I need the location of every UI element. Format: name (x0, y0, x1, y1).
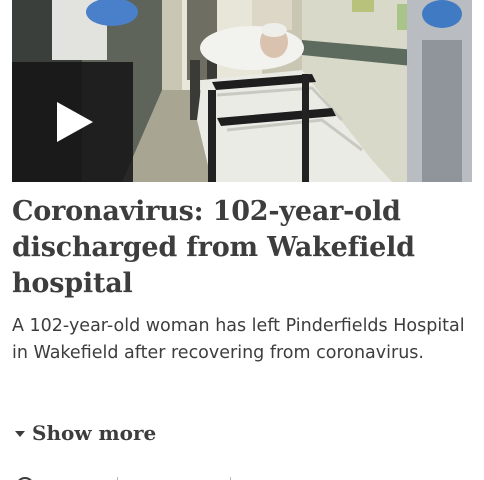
show-more-label: Show more (32, 421, 157, 445)
article-card: Coronavirus: 102-year-old discharged fro… (0, 0, 484, 480)
article-headline[interactable]: Coronavirus: 102-year-old discharged fro… (12, 194, 472, 302)
play-icon (57, 102, 93, 142)
show-more-button[interactable]: Show more (15, 421, 156, 445)
video-thumbnail[interactable] (12, 0, 472, 182)
article-meta-row (12, 471, 472, 480)
article-summary: A 102-year-old woman has left Pinderfiel… (12, 316, 465, 363)
play-button[interactable] (12, 62, 133, 182)
caret-down-icon (15, 431, 25, 437)
